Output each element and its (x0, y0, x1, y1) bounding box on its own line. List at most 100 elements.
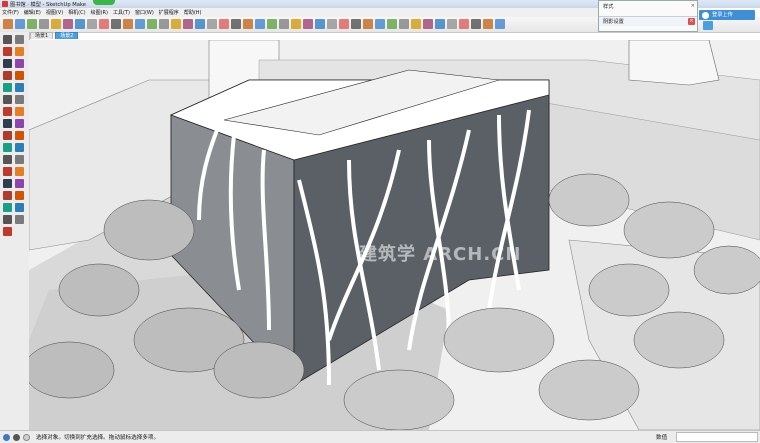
rotate-icon[interactable] (111, 19, 121, 29)
scene-tab-1[interactable]: 场景1 (30, 32, 54, 39)
section-icon[interactable] (423, 19, 433, 29)
scale-icon[interactable] (123, 19, 133, 29)
tray-shadow-row[interactable]: 阴影设置 × (599, 16, 697, 26)
3dtext-icon[interactable] (183, 19, 193, 29)
notification-pill[interactable] (93, 0, 115, 5)
pan-icon[interactable] (207, 19, 217, 29)
line-icon[interactable] (3, 59, 12, 68)
offset-icon[interactable] (135, 19, 145, 29)
select-icon[interactable] (3, 35, 12, 44)
section-icon[interactable] (3, 227, 12, 236)
select-icon[interactable] (3, 19, 13, 29)
prev-icon[interactable] (243, 19, 253, 29)
menu-edit[interactable]: 编辑(E) (24, 9, 41, 16)
pan-icon[interactable] (15, 179, 24, 188)
zoom-icon[interactable] (219, 19, 229, 29)
dimension-icon[interactable] (15, 143, 24, 152)
scene-tab-2[interactable]: 场景2 (55, 32, 79, 39)
scale-icon[interactable] (3, 131, 12, 140)
help-icon[interactable] (23, 433, 30, 441)
share-icon[interactable] (703, 21, 713, 30)
menu-view[interactable]: 视图(V) (46, 9, 63, 16)
text-icon[interactable] (15, 155, 24, 164)
make-component-icon[interactable] (15, 35, 24, 44)
tray-styles-row[interactable]: 样式 (599, 2, 697, 12)
protractor-icon[interactable] (3, 155, 12, 164)
eraser-icon[interactable] (3, 47, 12, 56)
freehand-icon[interactable] (15, 59, 24, 68)
model-viewport[interactable]: 建筑学 ARCH.CN (29, 40, 760, 430)
next-icon[interactable] (255, 19, 265, 29)
menu-extensions[interactable]: 扩展程序 (159, 9, 179, 16)
sectiondisp-icon[interactable] (435, 19, 445, 29)
axes-icon[interactable] (171, 19, 181, 29)
move-icon[interactable] (3, 107, 12, 116)
iso-icon[interactable] (267, 19, 277, 29)
shaded-icon[interactable] (387, 19, 397, 29)
paint-icon[interactable] (15, 47, 24, 56)
mono-icon[interactable] (411, 19, 421, 29)
status-bar: 选择对象。切换到扩充选择。拖动鼠标选择多项。 数值 (0, 430, 760, 443)
zoomext-icon[interactable] (231, 19, 241, 29)
menu-tools[interactable]: 工具(T) (113, 9, 130, 16)
geo-location-icon[interactable] (3, 433, 10, 441)
backedge-icon[interactable] (351, 19, 361, 29)
zoom-window-icon[interactable] (15, 191, 24, 200)
tape-icon[interactable] (147, 19, 157, 29)
top-icon[interactable] (279, 19, 289, 29)
menu-window[interactable]: 窗口(W) (135, 9, 154, 16)
position-camera-icon[interactable] (15, 203, 24, 212)
tape-icon[interactable] (3, 143, 12, 152)
hidden-icon[interactable] (375, 19, 385, 29)
rectangle-icon[interactable] (3, 71, 12, 80)
wire-icon[interactable] (363, 19, 373, 29)
front-icon[interactable] (291, 19, 301, 29)
eraser-icon[interactable] (39, 19, 49, 29)
rotate-icon[interactable] (3, 119, 12, 128)
polygon-icon[interactable] (15, 83, 24, 92)
measurements-input[interactable] (676, 432, 758, 442)
component-icon[interactable] (15, 19, 25, 29)
share-icon[interactable] (471, 19, 481, 29)
xray-icon[interactable] (339, 19, 349, 29)
paint-icon[interactable] (27, 19, 37, 29)
left-icon[interactable] (327, 19, 337, 29)
menu-help[interactable]: 帮助(H) (184, 9, 202, 16)
tray-close-icon[interactable]: × (691, 3, 695, 9)
sectioncut-icon[interactable] (447, 19, 457, 29)
walk-icon[interactable] (15, 215, 24, 224)
pie-icon[interactable] (15, 95, 24, 104)
menu-file[interactable]: 文件(F) (2, 9, 19, 16)
menu-draw[interactable]: 绘图(R) (91, 9, 108, 16)
orbit-icon[interactable] (195, 19, 205, 29)
textured-icon[interactable] (399, 19, 409, 29)
credits-icon[interactable] (13, 433, 20, 441)
arc-icon[interactable] (75, 19, 85, 29)
look-around-icon[interactable] (3, 215, 12, 224)
rotated-rect-icon[interactable] (15, 71, 24, 80)
pushpull-icon[interactable] (15, 107, 24, 116)
back-icon[interactable] (315, 19, 325, 29)
arc-icon[interactable] (3, 95, 12, 104)
signin-button[interactable]: 登录上传 (699, 10, 755, 20)
line-icon[interactable] (63, 19, 73, 29)
pushpull-icon[interactable] (87, 19, 97, 29)
right-icon[interactable] (303, 19, 313, 29)
text-icon[interactable] (159, 19, 169, 29)
orbit-icon[interactable] (3, 179, 12, 188)
move-icon[interactable] (99, 19, 109, 29)
rect-icon[interactable] (51, 19, 61, 29)
layout-icon[interactable] (495, 19, 505, 29)
axes-icon[interactable] (3, 167, 12, 176)
zoom-extents-icon[interactable] (3, 203, 12, 212)
3dtext-icon[interactable] (15, 167, 24, 176)
extension-icon[interactable] (483, 19, 493, 29)
circle-icon[interactable] (3, 83, 12, 92)
offset-icon[interactable] (15, 131, 24, 140)
menu-camera[interactable]: 相机(C) (68, 9, 85, 16)
warehouse-icon[interactable] (459, 19, 469, 29)
zoom-icon[interactable] (3, 191, 12, 200)
watermark-text: 建筑学 ARCH.CN (359, 244, 522, 265)
panel-close-icon[interactable]: × (688, 18, 695, 25)
followme-icon[interactable] (15, 119, 24, 128)
